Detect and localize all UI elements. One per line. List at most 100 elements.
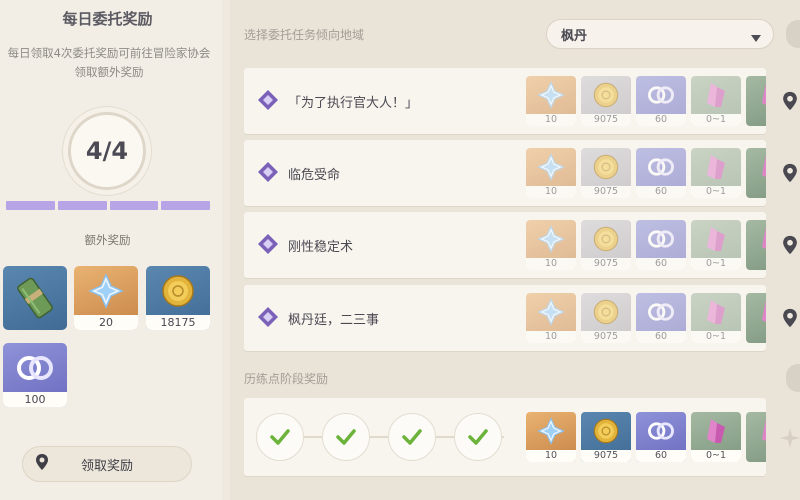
reward-quantity: 9075 [581,114,631,126]
reward-quantity: 0~1 [691,114,741,126]
companionship-exp-icon [3,343,67,393]
reward-item[interactable]: 0~1 [691,148,741,198]
navigate-pin-icon[interactable] [782,90,800,112]
reward-quantity: 60 [636,186,686,198]
quest-name: 枫丹廷，二三事 [288,313,380,328]
mora-coin-icon [581,293,631,331]
extra-reward-companionship[interactable]: 100 [3,343,67,407]
mora-coin-icon [581,76,631,114]
reward-item[interactable]: 9075 [581,76,631,126]
mora-coin-icon [581,148,631,186]
reward-item[interactable]: 60 [636,76,686,126]
crystal-icon [746,293,766,331]
extra-reward-primogem[interactable]: 20 [74,266,138,330]
primogem-icon [74,266,138,316]
reward-item[interactable]: 9075 [581,148,631,198]
quest-row[interactable]: 枫丹廷，二三事 10 9075 60 0~1 [244,285,766,351]
reward-quantity: 9075 [581,331,631,343]
reward-quantity: 100 [3,392,67,407]
reward-item[interactable]: 60 [636,220,686,270]
reward-item[interactable]: 0~1 [691,412,741,462]
primogem-icon [526,293,576,331]
reward-item[interactable]: 10 [526,148,576,198]
claim-reward-button[interactable]: 领取奖励 [22,446,192,482]
reward-item[interactable]: 10 [526,293,576,343]
extra-reward-mora[interactable]: 18175 [146,266,210,330]
location-pin-icon [35,453,49,475]
navigate-pin-icon[interactable] [782,162,800,184]
reward-item-overflow[interactable] [746,76,766,126]
reward-item-overflow[interactable] [746,220,766,270]
commission-progress-bar [6,201,210,210]
companionship-exp-icon [636,76,686,114]
reward-quantity: 60 [636,114,686,126]
reward-quantity: 9075 [581,450,631,462]
quest-reward-items: 10 9075 60 0~1 [526,220,766,270]
reward-item[interactable]: 60 [636,148,686,198]
crystal-icon [691,220,741,258]
reward-quantity: 18175 [146,315,210,330]
reward-item[interactable]: 10 [526,412,576,462]
reward-quantity: 20 [74,315,138,330]
reward-quantity: 60 [636,331,686,343]
primogem-icon [526,148,576,186]
commission-quest-icon [258,162,278,186]
reward-quantity: 10 [526,450,576,462]
navigate-pin-icon[interactable] [782,307,800,329]
stage-rewards-row: 10 9075 60 0~1 [244,398,766,476]
panel-description: 每日领取4次委托奖励可前往冒险家协会领取额外奖励 [7,46,211,79]
reward-quantity: 9075 [581,258,631,270]
reward-item-overflow[interactable] [746,293,766,343]
companionship-exp-icon [636,220,686,258]
crystal-icon [746,412,766,450]
reward-item[interactable]: 9075 [581,220,631,270]
reward-quantity: 0~1 [691,186,741,198]
quest-name: 临危受命 [288,168,341,183]
reward-item[interactable]: 9075 [581,412,631,462]
commission-progress-counter: 4/4 [68,112,146,190]
reward-item[interactable]: 10 [526,220,576,270]
reward-quantity: 0~1 [691,450,741,462]
reward-item[interactable]: 0~1 [691,220,741,270]
stage-reward-items: 10 9075 60 0~1 [526,412,766,462]
reward-item-overflow[interactable] [746,412,766,462]
reward-quantity: 0~1 [691,258,741,270]
reward-item[interactable]: 60 [636,412,686,462]
crystal-icon [746,148,766,186]
mora-coin-icon [581,220,631,258]
crystal-icon [691,76,741,114]
reward-item[interactable]: 9075 [581,293,631,343]
commission-quest-icon [258,90,278,114]
stage-check-icon [322,413,370,461]
crystal-icon [746,76,766,114]
navigate-pin-icon[interactable] [782,234,800,256]
reward-item[interactable]: 60 [636,293,686,343]
sparkle-icon [780,428,800,452]
commission-quest-icon [258,307,278,331]
extra-rewards-label: 额外奖励 [84,233,131,247]
reward-item-overflow[interactable] [746,148,766,198]
region-select-label: 选择委托任务倾向地域 [244,28,365,42]
reward-quantity: 0~1 [691,331,741,343]
quest-row[interactable]: 「为了执行官大人！」 10 9075 60 0~1 [244,68,766,134]
reward-quantity: 60 [636,450,686,462]
crystal-icon [691,412,741,450]
mora-coin-icon [146,266,210,316]
reward-item[interactable]: 0~1 [691,76,741,126]
quest-row[interactable]: 刚性稳定术 10 9075 60 0~1 [244,212,766,278]
region-dropdown[interactable]: 枫丹 [546,19,774,49]
extra-reward-scroll[interactable] [3,266,67,330]
crystal-icon [691,293,741,331]
side-tab-handle[interactable] [786,20,800,48]
claim-reward-label: 领取奖励 [81,458,134,474]
stage-check-icon [388,413,436,461]
primogem-icon [526,76,576,114]
side-tab-handle[interactable] [786,364,800,392]
reward-quantity: 10 [526,114,576,126]
primogem-icon [526,220,576,258]
commission-quest-icon [258,234,278,258]
reward-item[interactable]: 0~1 [691,293,741,343]
panel-title: 每日委托奖励 [62,10,153,28]
quest-row[interactable]: 临危受命 10 9075 60 0~1 [244,140,766,206]
reward-item[interactable]: 10 [526,76,576,126]
